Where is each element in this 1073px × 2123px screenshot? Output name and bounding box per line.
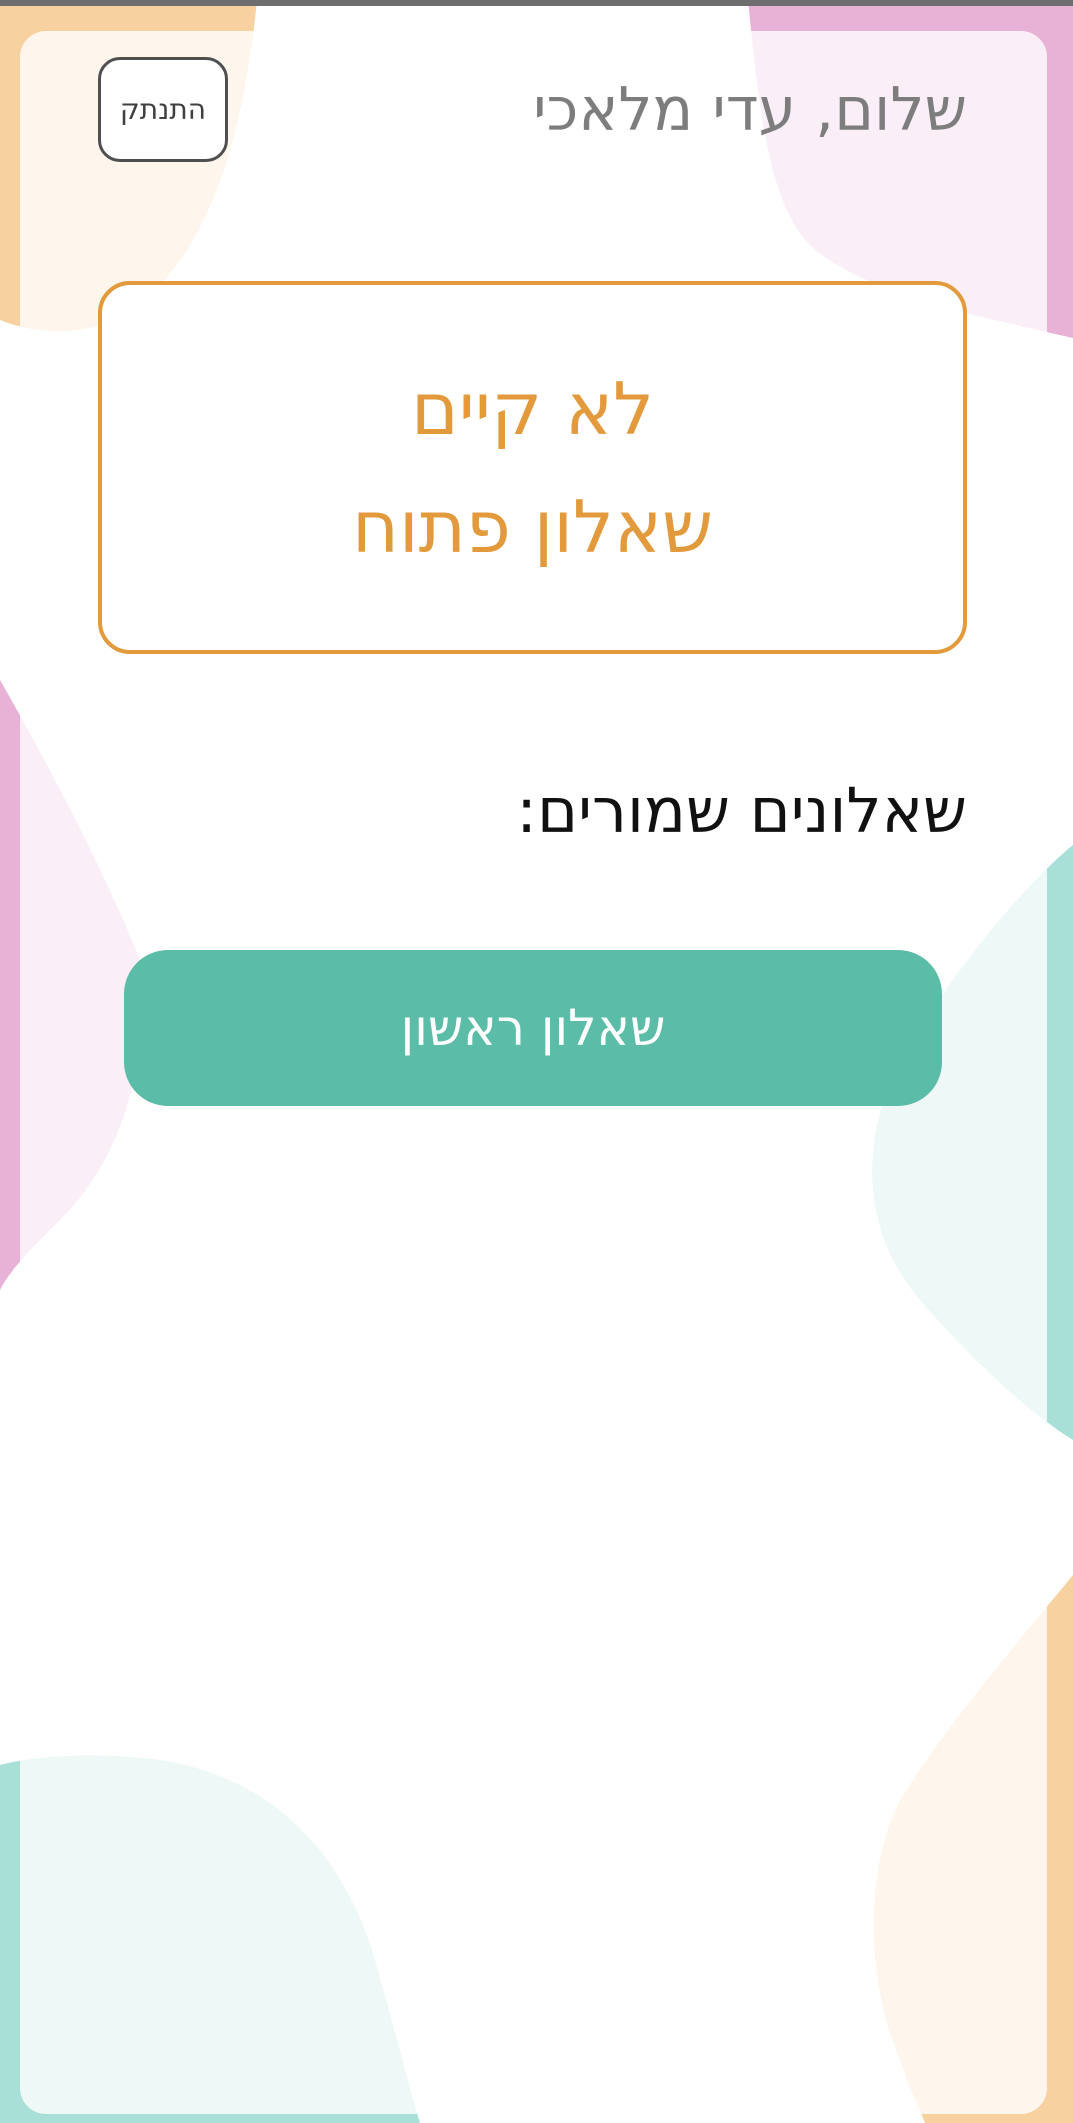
no-open-questionnaire-box: לא קיים שאלון פתוח: [98, 281, 967, 654]
status-line-1: לא קיים: [411, 366, 654, 451]
app-screen: שלום, עדי מלאכי התנתק לא קיים שאלון פתוח…: [0, 0, 1073, 2123]
greeting-title: שלום, עדי מלאכי: [533, 75, 967, 145]
content-layer: שלום, עדי מלאכי התנתק לא קיים שאלון פתוח…: [0, 0, 1073, 2123]
status-line-2: שאלון פתוח: [351, 484, 714, 569]
status-bar: [0, 0, 1073, 6]
saved-questionnaires-heading: שאלונים שמורים:: [516, 774, 967, 847]
saved-questionnaire-button[interactable]: שאלון ראשון: [124, 950, 942, 1106]
logout-button[interactable]: התנתק: [98, 57, 228, 162]
